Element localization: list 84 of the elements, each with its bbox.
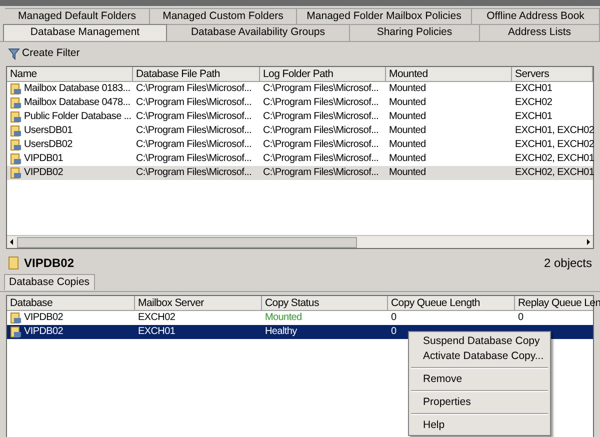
table-cell-text: EXCH01 xyxy=(514,82,554,96)
menu-item[interactable]: Properties xyxy=(409,395,550,410)
table-cell-text: UsersDB01 xyxy=(24,124,72,138)
table-cell-text: C:\Program Files\Microsof... xyxy=(262,82,380,96)
list-row[interactable]: VIPDB02 EXCH02 Mounted 0 0 xyxy=(7,310,593,325)
table-cell-text: C:\Program Files\Microsof... xyxy=(135,96,253,110)
database-icon xyxy=(10,312,22,324)
database-icon xyxy=(10,97,22,109)
table-cell-text: EXCH01 xyxy=(137,324,176,339)
table-cell-text: VIPDB02 xyxy=(24,324,64,339)
table-cell-text: EXCH02 xyxy=(514,96,554,110)
column-header[interactable]: Name xyxy=(7,67,133,81)
database-icon xyxy=(10,111,22,123)
table-cell-text: C:\Program Files\Microsof... xyxy=(262,166,380,180)
table-cell-text: 0 xyxy=(517,310,524,325)
column-header[interactable]: Database File Path xyxy=(133,67,260,81)
horizontal-scrollbar[interactable] xyxy=(7,235,593,248)
column-header[interactable]: Copy Queue Length xyxy=(388,296,515,310)
table-cell-text: Mounted xyxy=(388,96,427,110)
tab[interactable]: Database Copies xyxy=(4,274,95,290)
database-icon xyxy=(10,139,22,151)
table-cell-text: C:\Program Files\Microsof... xyxy=(262,96,380,110)
table-cell-text: Mailbox Database 0478... xyxy=(24,96,130,110)
table-cell-text: Mounted xyxy=(388,166,427,180)
table-cell-text: C:\Program Files\Microsof... xyxy=(135,124,253,138)
table-cell-text: 0 xyxy=(390,310,398,325)
detail-title: VIPDB02 xyxy=(24,255,74,272)
tab[interactable]: Managed Custom Folders xyxy=(150,8,297,24)
table-cell-text: Public Folder Database ... xyxy=(24,110,132,124)
tab[interactable]: Managed Folder Mailbox Policies xyxy=(297,8,472,24)
column-header[interactable]: Database xyxy=(7,296,135,310)
table-cell-text: C:\Program Files\Microsof... xyxy=(262,124,380,138)
table-cell-text: C:\Program Files\Microsof... xyxy=(262,152,380,166)
column-header[interactable]: Copy Status xyxy=(262,296,388,310)
menu-item[interactable]: Help xyxy=(409,418,550,433)
table-cell-text: Mounted xyxy=(388,124,427,138)
table-cell-text: EXCH02, EXCH01 xyxy=(514,166,593,180)
tab[interactable]: Address Lists xyxy=(480,24,600,41)
table-cell-text: C:\Program Files\Microsof... xyxy=(135,138,253,152)
tab[interactable]: Offline Address Book xyxy=(472,8,600,24)
table-cell-text: C:\Program Files\Microsof... xyxy=(135,152,253,166)
column-header[interactable]: Mailbox Server xyxy=(135,296,262,310)
table-cell-text: VIPDB02 xyxy=(24,310,64,325)
table-cell-text: Mounted xyxy=(388,138,427,152)
tab[interactable]: Sharing Policies xyxy=(350,24,480,41)
table-cell-text: C:\Program Files\Microsof... xyxy=(262,110,380,124)
table-cell-text: VIPDB02 xyxy=(24,166,64,180)
table-cell-text: C:\Program Files\Microsof... xyxy=(135,82,253,96)
tab[interactable]: Managed Default Folders xyxy=(5,8,150,24)
filter-icon xyxy=(8,48,20,60)
table-cell-text: Mounted xyxy=(388,82,427,96)
table-cell-text: Mounted xyxy=(388,152,427,166)
database-icon xyxy=(10,153,22,165)
table-cell-text: C:\Program Files\Microsof... xyxy=(135,110,253,124)
table-cell-text: 0 xyxy=(390,324,398,339)
table-cell-text: Mounted xyxy=(388,110,427,124)
column-header[interactable]: Log Folder Path xyxy=(260,67,386,81)
column-header[interactable]: Mounted xyxy=(386,67,512,81)
list-row[interactable]: Mailbox Database 0478... C:\Program Files\Microsof... C:\Program Files\Microsof... Mounted EXCH02 xyxy=(7,96,593,110)
column-header[interactable]: Servers xyxy=(512,67,593,81)
table-cell-text: VIPDB01 xyxy=(24,152,64,166)
database-icon xyxy=(10,125,22,137)
table-cell-text: C:\Program Files\Microsof... xyxy=(262,138,380,152)
database-icon xyxy=(8,256,20,270)
table-cell-text: Mailbox Database 0183... xyxy=(24,82,130,96)
tab[interactable]: Database Availability Groups xyxy=(167,24,350,41)
list-row[interactable]: Mailbox Database 0183... C:\Program Files\Microsof... C:\Program Files\Microsof... Mounted EXCH01 xyxy=(7,82,593,96)
menu-item[interactable]: Activate Database Copy... xyxy=(409,349,550,364)
list-row[interactable]: Public Folder Database ... C:\Program Files\Microsof... C:\Program Files\Microsof... Mounted EXCH01 xyxy=(7,110,593,124)
table-cell-text: EXCH02 xyxy=(137,310,176,325)
database-icon xyxy=(10,83,22,95)
database-icon xyxy=(10,326,22,338)
create-filter-button[interactable]: Create Filter xyxy=(8,46,80,62)
object-count: 2 objects xyxy=(544,255,592,272)
database-icon xyxy=(10,167,22,179)
list-row[interactable]: VIPDB02 C:\Program Files\Microsof... C:\Program Files\Microsof... Mounted EXCH02, EXCH01 xyxy=(7,166,593,180)
table-cell-text: C:\Program Files\Microsof... xyxy=(135,166,253,180)
table-cell-text: UsersDB02 xyxy=(24,138,72,152)
column-header[interactable]: Replay Queue Len xyxy=(515,296,600,310)
table-cell-text: EXCH01 xyxy=(514,110,554,124)
table-cell-text: Mounted xyxy=(264,310,303,325)
menu-item[interactable]: Remove xyxy=(409,372,550,387)
table-cell-text: Healthy xyxy=(264,324,298,339)
tab[interactable]: Database Management xyxy=(3,24,167,41)
